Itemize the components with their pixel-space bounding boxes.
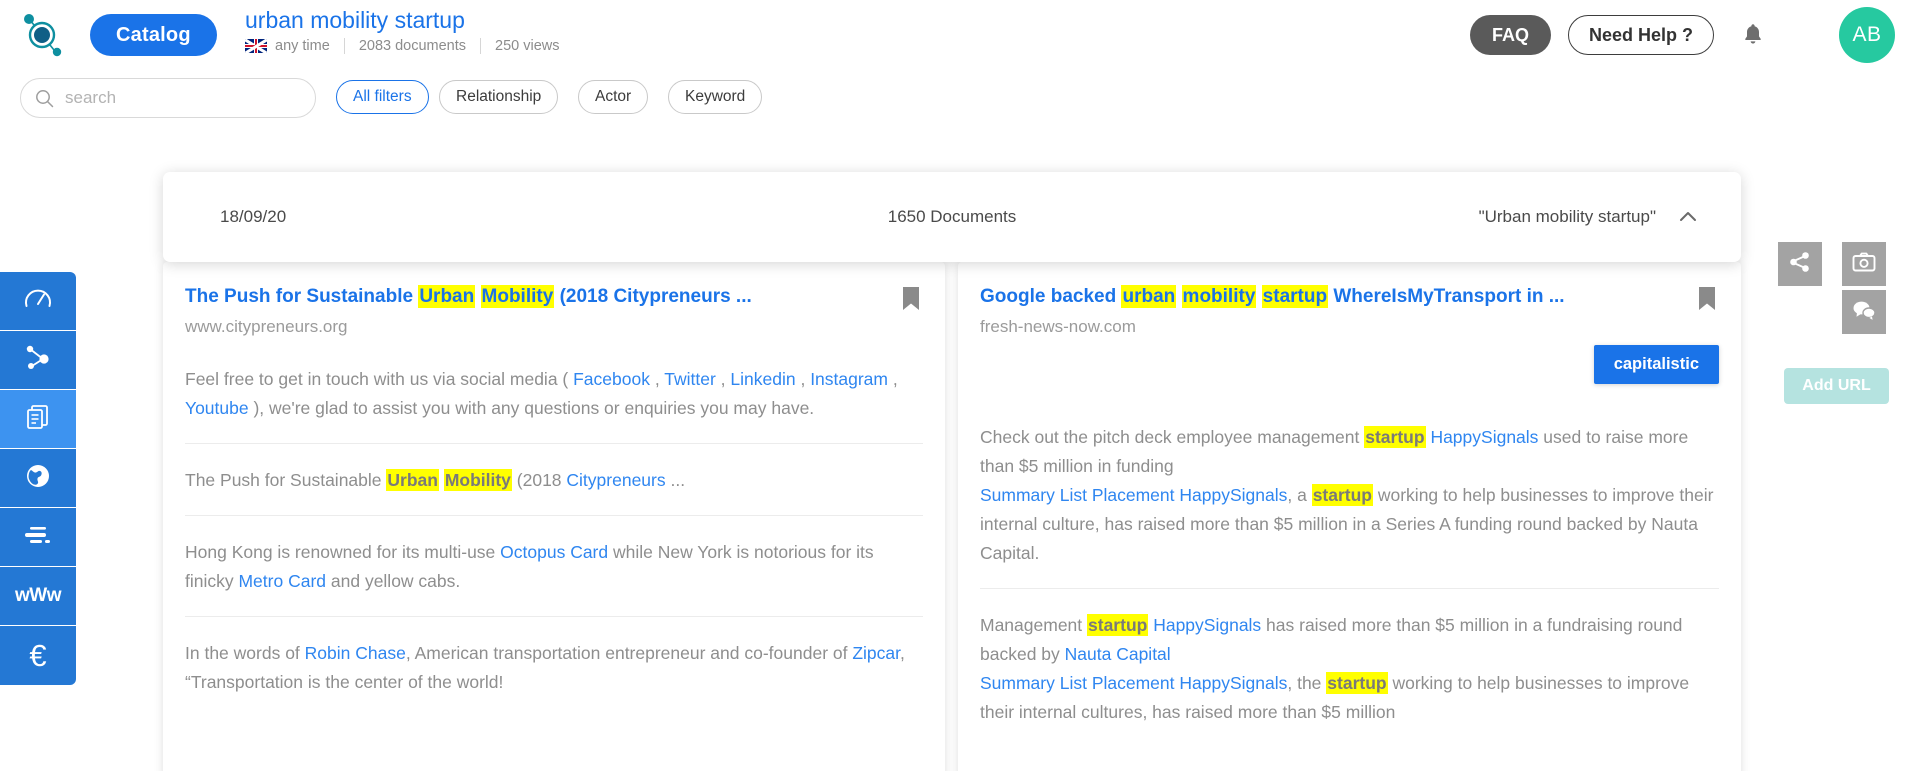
share-button[interactable] bbox=[1778, 242, 1822, 286]
document-url: fresh-news-now.com bbox=[980, 317, 1136, 336]
document-snippet: Hong Kong is renowned for its multi-use … bbox=[185, 515, 923, 616]
link-robin-chase[interactable]: Robin Chase bbox=[305, 643, 406, 663]
www-icon: wWw bbox=[15, 585, 62, 606]
euro-icon: € bbox=[29, 638, 47, 673]
link-citypreneurs[interactable]: Citypreneurs bbox=[566, 470, 665, 490]
rail-item-dashboard[interactable] bbox=[0, 272, 76, 331]
link-zipcar[interactable]: Zipcar bbox=[852, 643, 900, 663]
rail-item-globe[interactable] bbox=[0, 449, 76, 508]
screenshot-button[interactable] bbox=[1842, 242, 1886, 286]
bookmark-icon[interactable] bbox=[1697, 286, 1717, 312]
rail-item-www[interactable]: wWw bbox=[0, 567, 76, 626]
notification-bell-icon[interactable] bbox=[1737, 18, 1769, 50]
document-url: www.citypreneurs.org bbox=[185, 317, 348, 336]
document-snippet: In the words of Robin Chase, American tr… bbox=[185, 616, 923, 717]
status-badge: capitalistic bbox=[1593, 345, 1719, 384]
rail-item-network[interactable] bbox=[0, 331, 76, 390]
link-octopus-card[interactable]: Octopus Card bbox=[500, 542, 608, 562]
catalog-button[interactable]: Catalog bbox=[90, 14, 217, 56]
filter-sliders-icon bbox=[22, 522, 54, 553]
document-card-right: Google backed urban mobility startup Whe… bbox=[958, 262, 1741, 771]
result-date: 18/09/20 bbox=[220, 207, 287, 226]
meta-views: 250 views bbox=[495, 38, 560, 54]
rail-item-filters[interactable] bbox=[0, 508, 76, 567]
link-youtube[interactable]: Youtube bbox=[185, 398, 249, 418]
chip-relationship[interactable]: Relationship bbox=[439, 80, 559, 114]
search-title-block: urban mobility startup any time 2083 doc… bbox=[245, 6, 560, 54]
link-twitter[interactable]: Twitter bbox=[664, 369, 716, 389]
comment-bubbles-icon bbox=[1852, 299, 1876, 326]
link-facebook[interactable]: Facebook bbox=[573, 369, 650, 389]
meta-documents: 2083 documents bbox=[358, 38, 467, 54]
document-snippet: Feel free to get in touch with us via so… bbox=[185, 369, 898, 418]
chip-all-filters[interactable]: All filters bbox=[336, 80, 429, 114]
search-meta: any time 2083 documents 250 views bbox=[245, 38, 560, 54]
chevron-up-icon[interactable] bbox=[1677, 206, 1699, 228]
link-summary-list-placement[interactable]: Summary List Placement HappySignals bbox=[980, 485, 1287, 505]
link-nauta-capital[interactable]: Nauta Capital bbox=[1065, 644, 1171, 664]
top-bar: Catalog urban mobility startup any time … bbox=[0, 0, 1909, 70]
link-summary-list-placement[interactable]: Summary List Placement HappySignals bbox=[980, 673, 1287, 693]
capitalistic-logo[interactable] bbox=[14, 8, 70, 62]
documents-icon bbox=[23, 402, 53, 437]
share-icon bbox=[1789, 251, 1811, 278]
result-query: "Urban mobility startup" bbox=[1478, 207, 1656, 226]
add-url-button[interactable]: Add URL bbox=[1784, 368, 1889, 404]
avatar[interactable]: AB bbox=[1839, 7, 1895, 63]
globe-icon bbox=[23, 461, 53, 496]
document-header: Google backed urban mobility startup Whe… bbox=[980, 262, 1719, 337]
link-metro-card[interactable]: Metro Card bbox=[238, 571, 326, 591]
page-title: urban mobility startup bbox=[245, 7, 465, 33]
link-happysignals[interactable]: HappySignals bbox=[1430, 427, 1538, 447]
search-input[interactable] bbox=[63, 87, 293, 109]
link-happysignals[interactable]: HappySignals bbox=[1153, 615, 1261, 635]
search-box[interactable] bbox=[20, 78, 316, 118]
dashboard-gauge-icon bbox=[23, 284, 53, 319]
search-icon bbox=[35, 89, 54, 108]
need-help-button[interactable]: Need Help ? bbox=[1567, 15, 1714, 55]
meta-time-range: any time bbox=[275, 38, 330, 54]
link-linkedin[interactable]: Linkedin bbox=[730, 369, 795, 389]
document-snippet: Management startup HappySignals has rais… bbox=[980, 588, 1719, 747]
document-snippet: Check out the pitch deck employee manage… bbox=[980, 426, 1714, 563]
bookmark-icon[interactable] bbox=[901, 286, 921, 312]
uk-flag-icon bbox=[245, 39, 267, 53]
document-title[interactable]: The Push for Sustainable Urban Mobility … bbox=[185, 284, 923, 310]
rail-item-euro[interactable]: € bbox=[0, 626, 76, 685]
chip-keyword[interactable]: Keyword bbox=[668, 80, 763, 114]
chip-actor[interactable]: Actor bbox=[578, 80, 649, 114]
result-header-card: 18/09/20 1650 Documents "Urban mobility … bbox=[163, 172, 1741, 262]
result-count: 1650 Documents bbox=[887, 207, 1017, 226]
meta-divider bbox=[480, 38, 482, 54]
network-graph-icon bbox=[23, 343, 53, 378]
document-card-left: The Push for Sustainable Urban Mobility … bbox=[163, 262, 945, 771]
meta-divider bbox=[343, 38, 345, 54]
faq-button[interactable]: FAQ bbox=[1469, 15, 1551, 55]
comments-button[interactable] bbox=[1842, 290, 1886, 334]
link-instagram[interactable]: Instagram bbox=[810, 369, 888, 389]
document-header: The Push for Sustainable Urban Mobility … bbox=[185, 262, 923, 337]
left-icon-rail: wWw € bbox=[0, 272, 76, 685]
document-snippet: The Push for Sustainable Urban Mobility … bbox=[185, 443, 923, 515]
rail-item-documents[interactable] bbox=[0, 390, 76, 449]
filter-bar: All filters Relationship Actor Keyword bbox=[0, 70, 1909, 126]
document-title[interactable]: Google backed urban mobility startup Whe… bbox=[980, 284, 1719, 310]
camera-icon bbox=[1852, 251, 1876, 278]
